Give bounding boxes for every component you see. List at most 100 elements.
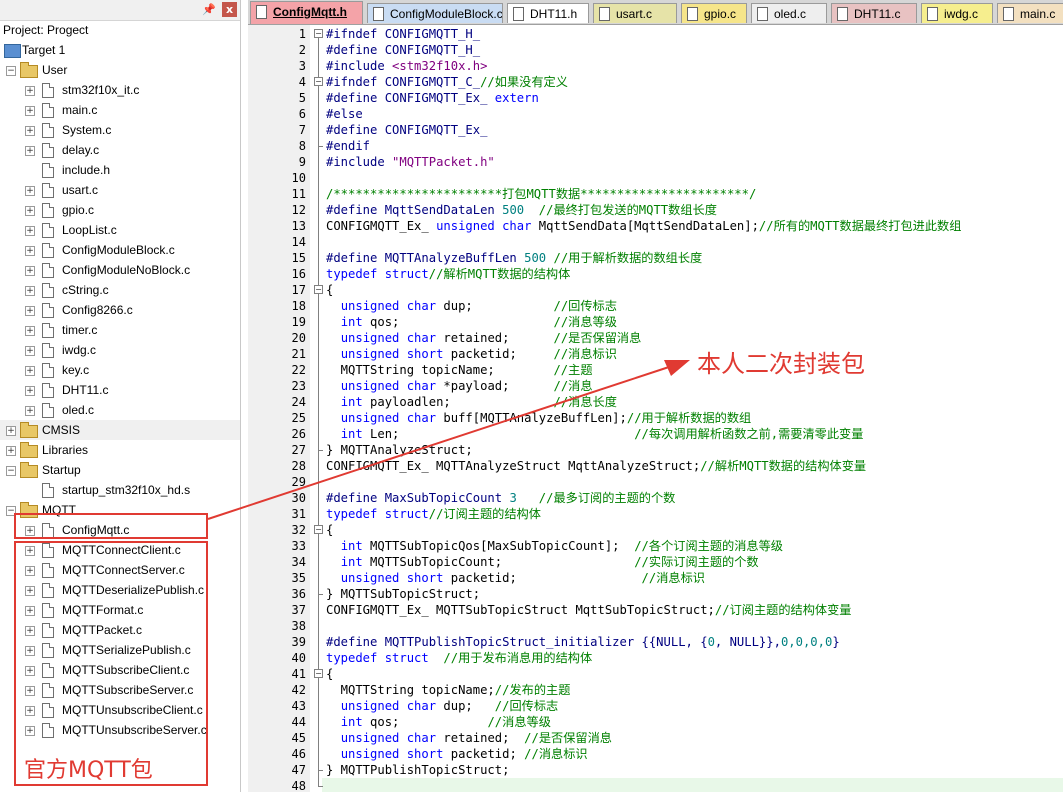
tree-target[interactable]: Target 1 (0, 40, 240, 60)
tab-gpio-c[interactable]: gpio.c (681, 3, 747, 23)
tab-main-c[interactable]: main.c (997, 3, 1063, 23)
expand-toggle-icon[interactable]: + (25, 206, 35, 216)
code-line[interactable]: unsigned short packetid; //消息标识 (326, 346, 617, 362)
pin-icon[interactable]: 📌 (202, 3, 216, 16)
fold-toggle-icon[interactable]: − (314, 669, 323, 678)
tree-file[interactable]: + usart.c (0, 180, 240, 200)
tab-oled-c[interactable]: oled.c (751, 3, 827, 23)
tree-group-startup[interactable]: − Startup (0, 460, 240, 480)
code-line[interactable]: #define CONFIGMQTT_Ex_ extern (326, 90, 539, 106)
expand-toggle-icon[interactable]: + (25, 306, 35, 316)
code-line[interactable]: unsigned char dup; //回传标志 (326, 298, 617, 314)
code-line[interactable]: #define MQTTAnalyzeBuffLen 500 //用于解析数据的… (326, 250, 702, 266)
expand-toggle-icon[interactable]: + (25, 346, 35, 356)
tree-file[interactable]: + timer.c (0, 320, 240, 340)
fold-toggle-icon[interactable]: − (314, 525, 323, 534)
expand-toggle-icon[interactable]: − (6, 466, 16, 476)
expand-toggle-icon[interactable]: + (25, 386, 35, 396)
tree-file[interactable]: + LoopList.c (0, 220, 240, 240)
code-line[interactable]: { (326, 666, 333, 682)
expand-toggle-icon[interactable]: − (6, 66, 16, 76)
tree-file[interactable]: + stm32f10x_it.c (0, 80, 240, 100)
expand-toggle-icon[interactable]: + (25, 226, 35, 236)
expand-toggle-icon[interactable]: + (25, 126, 35, 136)
code-line[interactable]: unsigned char *payload; //消息 (326, 378, 593, 394)
code-line[interactable]: int qos; //消息等级 (326, 714, 551, 730)
code-line[interactable]: CONFIGMQTT_Ex_ MQTTSubTopicStruct MqttSu… (326, 602, 851, 618)
expand-toggle-icon[interactable]: + (6, 426, 16, 436)
expand-toggle-icon[interactable]: + (25, 106, 35, 116)
code-line[interactable]: #define CONFIGMQTT_Ex_ (326, 122, 487, 138)
code-line[interactable]: } MQTTPublishTopicStruct; (326, 762, 509, 778)
code-line[interactable]: #define MQTTPublishTopicStruct_initializ… (326, 634, 840, 650)
tree-file[interactable]: + ConfigModuleNoBlock.c (0, 260, 240, 280)
expand-toggle-icon[interactable]: + (25, 186, 35, 196)
code-line[interactable]: unsigned char dup; //回传标志 (326, 698, 559, 714)
code-line[interactable]: MQTTString topicName; //主题 (326, 362, 593, 378)
code-line[interactable]: unsigned short packetid; //消息标识 (326, 570, 705, 586)
fold-toggle-icon[interactable]: − (314, 77, 323, 86)
tab-dht11-h[interactable]: DHT11.h (507, 3, 589, 23)
tab-usart-c[interactable]: usart.c (593, 3, 677, 23)
expand-toggle-icon[interactable]: + (25, 286, 35, 296)
code-line[interactable]: #ifndef CONFIGMQTT_C_//如果没有定义 (326, 74, 568, 90)
expand-toggle-icon[interactable]: + (25, 326, 35, 336)
code-line[interactable]: unsigned char retained; //是否保留消息 (326, 730, 612, 746)
expand-toggle-icon[interactable]: + (25, 266, 35, 276)
code-line[interactable]: CONFIGMQTT_Ex_ MQTTAnalyzeStruct MqttAna… (326, 458, 866, 474)
tree-file[interactable]: + DHT11.c (0, 380, 240, 400)
tree-file[interactable]: + delay.c (0, 140, 240, 160)
tree-file[interactable]: + main.c (0, 100, 240, 120)
tab-dht11-c[interactable]: DHT11.c (831, 3, 917, 23)
code-line[interactable]: #else (326, 106, 363, 122)
code-line[interactable]: #ifndef CONFIGMQTT_H_ (326, 26, 480, 42)
tree-file[interactable]: + gpio.c (0, 200, 240, 220)
code-line[interactable]: #define MaxSubTopicCount 3 //最多订阅的主题的个数 (326, 490, 675, 506)
tree-file[interactable]: + cString.c (0, 280, 240, 300)
code-line[interactable]: typedef struct//订阅主题的结构体 (326, 506, 541, 522)
code-line[interactable]: /***********************打包MQTT数据********… (326, 186, 756, 202)
tree-group-libraries[interactable]: + Libraries (0, 440, 240, 460)
code-line[interactable]: CONFIGMQTT_Ex_ unsigned char MqttSendDat… (326, 218, 961, 234)
tab-iwdg-c[interactable]: iwdg.c (921, 3, 993, 23)
expand-toggle-icon[interactable]: + (6, 446, 16, 456)
tree-file[interactable]: + iwdg.c (0, 340, 240, 360)
code-line[interactable]: unsigned short packetid; //消息标识 (326, 746, 588, 762)
expand-toggle-icon[interactable]: + (25, 366, 35, 376)
code-line[interactable]: #define CONFIGMQTT_H_ (326, 42, 480, 58)
expand-toggle-icon[interactable]: + (25, 406, 35, 416)
code-line[interactable]: } MQTTAnalyzeStruct; (326, 442, 473, 458)
code-line[interactable]: { (326, 282, 333, 298)
tree-file[interactable]: include.h (0, 160, 240, 180)
tree-file[interactable]: + System.c (0, 120, 240, 140)
tree-file[interactable]: + key.c (0, 360, 240, 380)
tab-configmqtt-h[interactable]: ConfigMqtt.h (250, 1, 363, 24)
code-line[interactable]: MQTTString topicName;//发布的主题 (326, 682, 571, 698)
code-line[interactable]: typedef struct //用于发布消息用的结构体 (326, 650, 592, 666)
code-line[interactable]: } MQTTSubTopicStruct; (326, 586, 480, 602)
tree-file[interactable]: + oled.c (0, 400, 240, 420)
code-line[interactable]: int MQTTSubTopicCount; //实际订阅主题的个数 (326, 554, 759, 570)
fold-toggle-icon[interactable]: − (314, 29, 323, 38)
code-line[interactable]: #include "MQTTPacket.h" (326, 154, 495, 170)
code-line[interactable]: { (326, 522, 333, 538)
tree-group-user[interactable]: − User (0, 60, 240, 80)
expand-toggle-icon[interactable]: + (25, 246, 35, 256)
expand-toggle-icon[interactable]: + (25, 146, 35, 156)
tree-file[interactable]: + Config8266.c (0, 300, 240, 320)
fold-toggle-icon[interactable]: − (314, 285, 323, 294)
code-line[interactable]: int payloadlen; //消息长度 (326, 394, 617, 410)
tab-configmoduleblock-c[interactable]: ConfigModuleBlock.c (367, 3, 503, 23)
tree-file[interactable]: + ConfigModuleBlock.c (0, 240, 240, 260)
tree-group-cmsis[interactable]: + CMSIS (0, 420, 240, 440)
code-line[interactable]: #endif (326, 138, 370, 154)
code-line[interactable]: #define MqttSendDataLen 500 //最终打包发送的MQT… (326, 202, 717, 218)
code-line[interactable]: unsigned char retained; //是否保留消息 (326, 330, 642, 346)
close-icon[interactable]: x (222, 2, 237, 17)
code-line[interactable]: int qos; //消息等级 (326, 314, 617, 330)
code-editor[interactable]: 1 2 3 4 5 6 7 8 9 10 11 12 13 14 15 16 17 18 19 20 21 22 23 24 2… (248, 25, 1063, 792)
code-line[interactable]: int MQTTSubTopicQos[MaxSubTopicCount]; /… (326, 538, 783, 554)
code-line[interactable]: unsigned char buff[MQTTAnalyzeBuffLen];/… (326, 410, 752, 426)
code-line[interactable]: #include <stm32f10x.h> (326, 58, 487, 74)
code-line[interactable]: typedef struct//解析MQTT数据的结构体 (326, 266, 570, 282)
